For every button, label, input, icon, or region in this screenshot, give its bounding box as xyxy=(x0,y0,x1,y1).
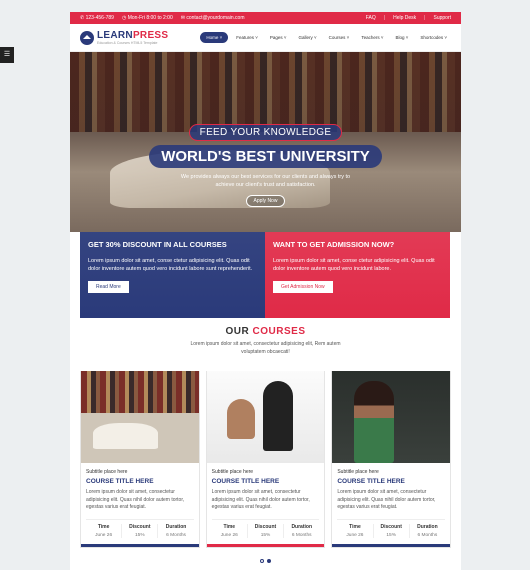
course-card[interactable]: Subtitle place here COURSE TITLE HERE Lo… xyxy=(205,371,326,548)
email-text[interactable]: contact@yourdomain.com xyxy=(186,15,244,21)
nav-item-home[interactable]: Home ˅ xyxy=(200,32,229,43)
hours-info: ◷ Mon-Fri 8:00 to 2:00 xyxy=(121,15,173,21)
nav-item-pages[interactable]: Pages ˅ xyxy=(266,32,291,43)
card-accent-bar xyxy=(81,543,199,547)
main-nav: Home ˅ Features ˅ Pages ˅ Gallery ˅ Cour… xyxy=(200,32,451,43)
phone-info: ✆ 123-456-789 xyxy=(80,15,114,21)
course-image[interactable] xyxy=(81,371,199,463)
top-bar: ✆ 123-456-789 ◷ Mon-Fri 8:00 to 2:00 ✉ c… xyxy=(70,12,461,24)
top-link-help-desk[interactable]: Help Desk xyxy=(393,15,416,21)
course-title[interactable]: COURSE TITLE HERE xyxy=(212,478,320,485)
nav-item-courses[interactable]: Courses ˅ xyxy=(325,32,354,43)
nav-item-blog[interactable]: Blog ˅ xyxy=(391,32,412,43)
site-header: LEARNPRESS Education & Courses HTML5 Tem… xyxy=(70,24,461,52)
section-subtitle: Lorem ipsum dolor sit amet, consectetur … xyxy=(190,341,341,355)
course-title[interactable]: COURSE TITLE HERE xyxy=(337,478,445,485)
logo[interactable]: LEARNPRESS Education & Courses HTML5 Tem… xyxy=(80,29,169,45)
course-meta: Time June 26 Discount 15% Duration 6 Months xyxy=(211,518,320,538)
carousel-dot-active[interactable] xyxy=(267,559,271,563)
meta-value: 15% xyxy=(386,532,396,538)
carousel-dot[interactable] xyxy=(260,559,264,563)
course-subtitle: Subtitle place here xyxy=(86,469,128,475)
meta-value: 6 Months xyxy=(166,532,186,538)
promo-text: Lorem ipsum dolor sit amet, conse ctetur… xyxy=(88,258,253,272)
hero-headline: WORLD'S BEST UNIVERSITY xyxy=(149,145,382,168)
meta-value: June 26 xyxy=(346,532,364,538)
section-title: OUR COURSES xyxy=(225,326,306,337)
brand-tagline: Education & Courses HTML5 Template xyxy=(97,40,158,45)
nav-item-teachers[interactable]: Teachers ˅ xyxy=(357,32,387,43)
read-more-button[interactable]: Read More xyxy=(88,281,129,293)
promo-text: Lorem ipsum dolor sit amet, conse ctetur… xyxy=(273,258,435,272)
meta-label: Discount xyxy=(380,523,402,530)
meta-label: Time xyxy=(97,523,110,530)
page-container: ✆ 123-456-789 ◷ Mon-Fri 8:00 to 2:00 ✉ c… xyxy=(70,12,461,570)
brand-name: LEARNPRESS xyxy=(97,29,169,41)
course-card[interactable]: Subtitle place here COURSE TITLE HERE Lo… xyxy=(331,371,452,548)
course-subtitle: Subtitle place here xyxy=(211,469,254,475)
apply-now-button[interactable]: Apply Now xyxy=(245,195,286,207)
course-description: Lorem ipsum dolor sit amet, consectetur … xyxy=(211,489,310,510)
course-description: Lorem ipsum dolor sit amet, consectetur … xyxy=(86,489,185,510)
graduation-cap-icon xyxy=(80,30,94,45)
top-link-faq[interactable]: FAQ xyxy=(366,15,376,21)
courses-heading: OUR COURSES Lorem ipsum dolor sit amet, … xyxy=(70,326,461,356)
meta-label: Discount xyxy=(129,523,151,530)
meta-value: June 26 xyxy=(220,532,238,538)
hero-banner: FEED YOUR KNOWLEDGE WORLD'S BEST UNIVERS… xyxy=(70,52,461,232)
meta-label: Duration xyxy=(417,523,438,530)
card-accent-bar xyxy=(206,543,325,547)
divider: | xyxy=(383,15,386,21)
course-card[interactable]: Subtitle place here COURSE TITLE HERE Lo… xyxy=(80,371,200,548)
card-accent-bar xyxy=(332,543,451,547)
nav-item-features[interactable]: Features ˅ xyxy=(232,32,262,43)
hero-kicker: FEED YOUR KNOWLEDGE xyxy=(188,124,343,141)
meta-value: 6 Months xyxy=(417,532,438,538)
hero-description: We provides always our best services for… xyxy=(180,174,351,188)
promo-section: GET 30% DISCOUNT IN ALL COURSES Lorem ip… xyxy=(80,232,450,318)
top-link-support[interactable]: Support xyxy=(433,15,451,21)
meta-value: 6 Months xyxy=(291,532,312,538)
meta-value: June 26 xyxy=(95,532,113,538)
meta-value: 15% xyxy=(135,532,145,538)
course-meta: Time June 26 Discount 15% Duration 6 Months xyxy=(337,518,446,538)
discount-promo: GET 30% DISCOUNT IN ALL COURSES Lorem ip… xyxy=(80,232,265,318)
meta-label: Duration xyxy=(165,523,187,530)
meta-label: Duration xyxy=(291,523,312,530)
nav-item-shortcodes[interactable]: Shortcodes ˅ xyxy=(416,32,451,43)
course-description: Lorem ipsum dolor sit amet, consectetur … xyxy=(337,489,436,510)
course-subtitle: Subtitle place here xyxy=(337,469,379,475)
course-title[interactable]: COURSE TITLE HERE xyxy=(86,478,194,485)
carousel-dots xyxy=(70,559,461,563)
meta-value: 15% xyxy=(260,532,271,538)
divider: | xyxy=(424,15,426,21)
get-admission-button[interactable]: Get Admission Now xyxy=(273,281,333,293)
course-meta: Time June 26 Discount 15% Duration 6 Months xyxy=(86,518,194,538)
course-image[interactable] xyxy=(332,371,451,463)
admission-promo: WANT TO GET ADMISSION NOW? Lorem ipsum d… xyxy=(265,232,450,318)
hours-text: Mon-Fri 8:00 to 2:00 xyxy=(127,15,173,21)
promo-title: GET 30% DISCOUNT IN ALL COURSES xyxy=(88,240,227,249)
phone-text: 123-456-789 xyxy=(85,15,114,21)
meta-label: Discount xyxy=(254,523,277,530)
course-cards: Subtitle place here COURSE TITLE HERE Lo… xyxy=(80,371,452,548)
promo-title: WANT TO GET ADMISSION NOW? xyxy=(273,240,395,249)
course-image[interactable] xyxy=(206,371,325,463)
meta-label: Time xyxy=(349,523,361,530)
meta-label: Time xyxy=(223,523,236,530)
nav-item-gallery[interactable]: Gallery ˅ xyxy=(295,32,321,43)
side-toggle-button[interactable]: ☰ xyxy=(0,47,14,63)
email-info[interactable]: ✉ contact@yourdomain.com xyxy=(181,15,245,21)
